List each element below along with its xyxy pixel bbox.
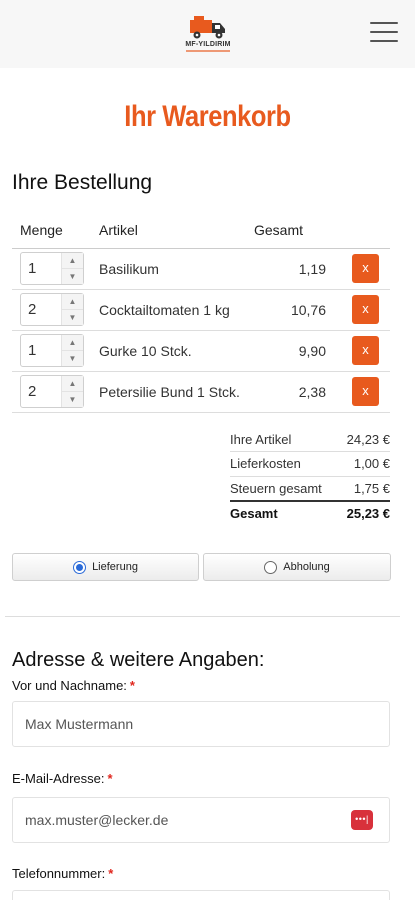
quantity-value[interactable]: 2 (21, 294, 61, 325)
order-heading: Ihre Bestellung (12, 171, 153, 194)
increment-arrow-icon[interactable]: ▲ (62, 335, 83, 351)
order-summary: Ihre Artikel 24,23 € Lieferkosten 1,00 €… (230, 427, 390, 525)
cart-header-row: Menge Artikel Gesamt (12, 212, 390, 249)
decrement-arrow-icon[interactable]: ▼ (62, 392, 83, 407)
quantity-stepper[interactable]: 1 ▲ ▼ (20, 252, 84, 285)
logo[interactable]: MF-YILDIRIM (180, 12, 236, 58)
decrement-arrow-icon[interactable]: ▼ (62, 269, 83, 284)
increment-arrow-icon[interactable]: ▲ (62, 376, 83, 392)
column-header-quantity: Menge (12, 212, 94, 249)
total-value: 25,23 € (338, 499, 390, 525)
logo-text: MF-YILDIRIM (185, 41, 231, 48)
email-field[interactable]: max.muster@lecker.de •••| (12, 797, 390, 843)
password-manager-icon[interactable]: •••| (351, 810, 373, 830)
phone-label-text: Telefonnummer: (12, 866, 106, 881)
remove-item-button[interactable]: x (352, 336, 379, 365)
required-marker: * (129, 678, 135, 693)
quantity-value[interactable]: 2 (21, 376, 61, 407)
column-header-article: Artikel (94, 212, 254, 249)
cart-table: Menge Artikel Gesamt 1 ▲ ▼ Basilikum 1,19 … (12, 212, 390, 413)
quantity-stepper[interactable]: 1 ▲ ▼ (20, 334, 84, 367)
phone-label: Telefonnummer: * (12, 866, 113, 881)
remove-item-button[interactable]: x (352, 254, 379, 283)
name-label: Vor und Nachname: * (12, 678, 135, 693)
delivery-option-button[interactable]: Lieferung (12, 553, 199, 581)
item-total: 1,19 (254, 248, 346, 290)
column-header-total: Gesamt (254, 212, 346, 249)
name-field[interactable]: Max Mustermann (12, 701, 390, 747)
summary-label: Steuern gesamt (230, 476, 339, 501)
quantity-stepper[interactable]: 2 ▲ ▼ (20, 293, 84, 326)
hamburger-icon[interactable] (370, 22, 398, 46)
increment-arrow-icon[interactable]: ▲ (62, 294, 83, 310)
page-title: Ihr Warenkorb (124, 100, 291, 133)
column-header-delete (346, 212, 390, 249)
item-total: 10,76 (254, 289, 346, 331)
item-name: Basilikum (94, 248, 254, 290)
summary-value: 24,23 € (338, 427, 390, 452)
increment-arrow-icon[interactable]: ▲ (62, 253, 83, 269)
summary-value: 1,00 € (338, 451, 390, 477)
email-label-text: E-Mail-Adresse: (12, 771, 105, 786)
remove-item-button[interactable]: x (352, 295, 379, 324)
decrement-arrow-icon[interactable]: ▼ (62, 351, 83, 366)
radio-unselected-icon[interactable] (264, 560, 278, 574)
item-name: Cocktailtomaten 1 kg (94, 289, 254, 331)
decrement-arrow-icon[interactable]: ▼ (62, 310, 83, 325)
top-bar: MF-YILDIRIM (0, 0, 415, 68)
item-name: Petersilie Bund 1 Stck. (94, 371, 254, 413)
section-divider (5, 616, 400, 617)
truck-logo-icon (190, 16, 225, 39)
quantity-stepper[interactable]: 2 ▲ ▼ (20, 375, 84, 408)
phone-field[interactable] (12, 890, 390, 900)
email-label: E-Mail-Adresse: * (12, 771, 113, 786)
email-value: max.muster@lecker.de (25, 812, 169, 828)
summary-total-row: Gesamt 25,23 € (230, 499, 390, 525)
item-total: 2,38 (254, 371, 346, 413)
summary-row: Lieferkosten 1,00 € (230, 451, 390, 477)
name-label-text: Vor und Nachname: (12, 678, 127, 693)
summary-label: Lieferkosten (230, 451, 339, 477)
cart-row: 1 ▲ ▼ Gurke 10 Stck. 9,90 x (12, 330, 390, 372)
summary-label: Ihre Artikel (230, 427, 339, 452)
summary-row: Steuern gesamt 1,75 € (230, 476, 390, 501)
required-marker: * (108, 866, 114, 881)
radio-selected-icon[interactable] (73, 560, 87, 574)
summary-row: Ihre Artikel 24,23 € (230, 427, 390, 452)
summary-value: 1,75 € (338, 476, 390, 501)
quantity-value[interactable]: 1 (21, 335, 61, 366)
item-name: Gurke 10 Stck. (94, 330, 254, 372)
quantity-value[interactable]: 1 (21, 253, 61, 284)
item-total: 9,90 (254, 330, 346, 372)
required-marker: * (107, 771, 113, 786)
total-label: Gesamt (230, 499, 339, 525)
cart-row: 2 ▲ ▼ Petersilie Bund 1 Stck. 2,38 x (12, 371, 390, 413)
address-heading: Adresse & weitere Angaben: (12, 649, 265, 671)
cart-row: 2 ▲ ▼ Cocktailtomaten 1 kg 10,76 x (12, 289, 390, 331)
logo-underline (186, 50, 230, 52)
pickup-option-label: Abholung (283, 561, 330, 573)
remove-item-button[interactable]: x (352, 377, 379, 406)
cart-row: 1 ▲ ▼ Basilikum 1,19 x (12, 248, 390, 290)
pickup-option-button[interactable]: Abholung (203, 553, 391, 581)
delivery-option-label: Lieferung (92, 561, 138, 573)
